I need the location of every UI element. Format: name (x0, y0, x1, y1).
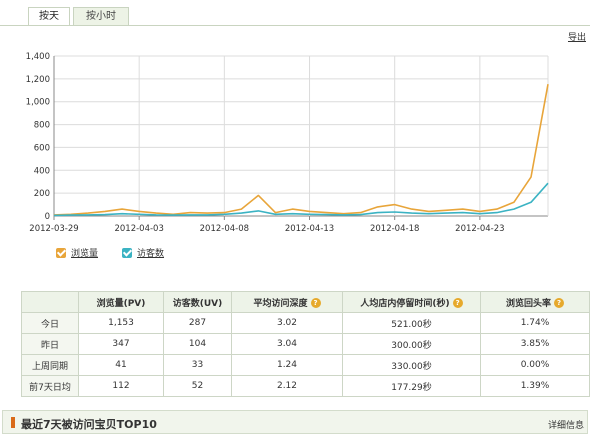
x-tick-label: 2012-04-08 (200, 224, 249, 234)
table-cell: 330.00秒 (342, 354, 481, 376)
x-tick-label: 2012-04-03 (114, 224, 163, 234)
legend-label-uv: 访客数 (137, 249, 165, 259)
table-row: 前7天日均 112 52 2.12 177.29秒 1.39% (21, 375, 590, 397)
help-icon[interactable]: ? (310, 298, 321, 308)
x-tick-label: 2012-04-18 (370, 224, 419, 234)
table-cell: 112 (78, 375, 164, 397)
table-cell: 104 (163, 333, 232, 355)
y-tick-label: 1,200 (26, 75, 50, 85)
row-label: 前7天日均 (21, 375, 79, 397)
section-marker-icon (11, 417, 15, 428)
top10-section-header: 最近7天被访问宝贝TOP10 详细信息 (2, 410, 588, 434)
table-cell: 3.02 (231, 312, 343, 334)
table-cell: 3.04 (231, 333, 343, 355)
table-row: 昨日 347 104 3.04 300.00秒 3.85% (21, 333, 590, 355)
tab-by-day[interactable]: 按天 (28, 7, 70, 25)
table-header-cell: 平均访问深度? (231, 291, 343, 313)
section-title: 最近7天被访问宝贝TOP10 (21, 418, 157, 431)
legend-label-pv: 浏览量 (71, 249, 99, 259)
table-row: 今日 1,153 287 3.02 521.00秒 1.74% (21, 312, 590, 334)
y-tick-label: 1,400 (26, 52, 50, 62)
table-row: 上周同期 41 33 1.24 330.00秒 0.00% (21, 354, 590, 376)
details-link[interactable]: 详细信息 (548, 418, 584, 431)
y-tick-label: 0 (45, 212, 50, 222)
table-cell: 521.00秒 (342, 312, 481, 334)
table-cell: 3.85% (480, 333, 590, 355)
table-cell: 1,153 (78, 312, 164, 334)
table-cell: 287 (163, 312, 232, 334)
table-cell: 2.12 (231, 375, 343, 397)
table-cell: 0.00% (480, 354, 590, 376)
table-header-row: 浏览量(PV) 访客数(UV) 平均访问深度? 人均店内停留时间(秒)? 浏览回… (21, 291, 590, 313)
table-cell: 33 (163, 354, 232, 376)
table-cell: 1.24 (231, 354, 343, 376)
row-label: 上周同期 (21, 354, 79, 376)
stats-table: 浏览量(PV) 访客数(UV) 平均访问深度? 人均店内停留时间(秒)? 浏览回… (21, 291, 590, 397)
x-tick-label: 2012-03-29 (29, 224, 78, 234)
table-cell: 52 (163, 375, 232, 397)
table-header-cell: 浏览回头率? (480, 291, 590, 313)
y-tick-label: 800 (34, 121, 50, 131)
tab-by-hour[interactable]: 按小时 (73, 7, 129, 25)
row-label: 昨日 (21, 333, 79, 355)
row-label: 今日 (21, 312, 79, 334)
table-cell: 347 (78, 333, 164, 355)
y-tick-label: 1,000 (26, 98, 50, 108)
y-tick-label: 600 (34, 143, 50, 153)
table-cell: 1.39% (480, 375, 590, 397)
y-tick-label: 400 (34, 166, 50, 176)
series-line-pv (53, 84, 549, 216)
table-header-cell (21, 291, 79, 313)
help-icon[interactable]: ? (452, 298, 463, 308)
table-header-cell: 浏览量(PV) (78, 291, 164, 313)
y-tick-label: 200 (34, 189, 50, 199)
help-icon[interactable]: ? (554, 298, 564, 308)
checkbox-icon[interactable] (122, 248, 132, 258)
tab-divider (0, 25, 590, 26)
x-tick-label: 2012-04-13 (285, 224, 334, 234)
table-cell: 177.29秒 (342, 375, 481, 397)
x-tick-label: 2012-04-23 (455, 224, 504, 234)
traffic-line-chart: 0 200 400 600 800 1,000 1,200 1,400 2012-03-29 20… (26, 52, 549, 234)
table-header-cell: 人均店内停留时间(秒)? (342, 291, 481, 313)
checkbox-icon[interactable] (56, 248, 66, 258)
table-cell: 41 (78, 354, 164, 376)
table-cell: 1.74% (480, 312, 590, 334)
table-cell: 300.00秒 (342, 333, 481, 355)
table-header-cell: 访客数(UV) (163, 291, 232, 313)
